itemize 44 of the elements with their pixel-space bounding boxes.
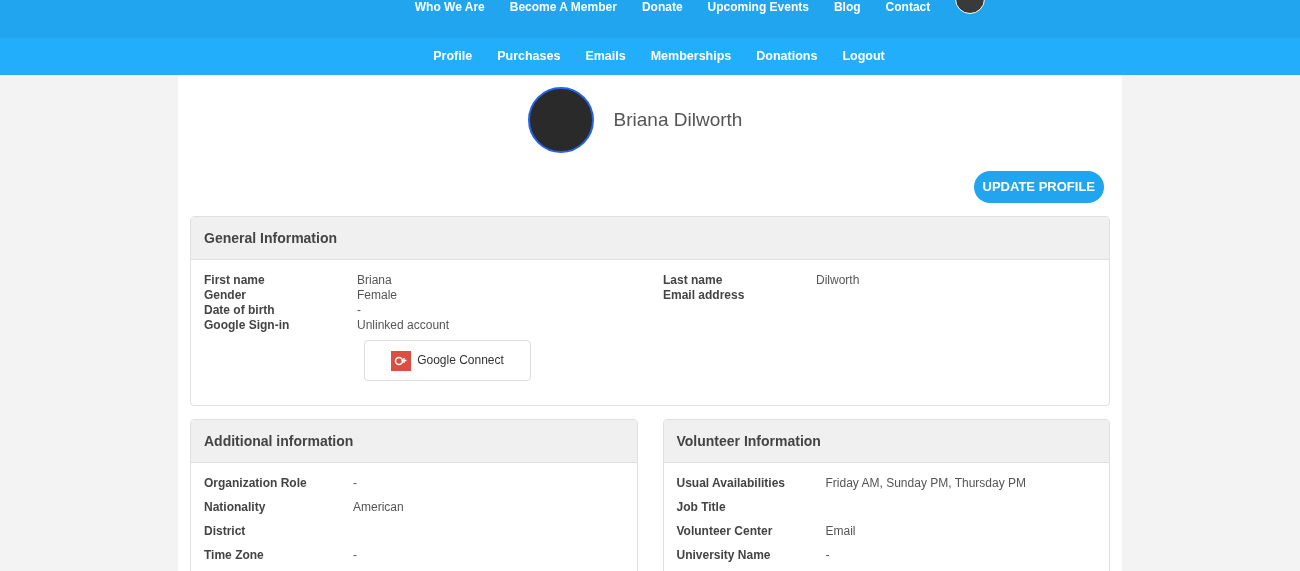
field-label: Organization Role xyxy=(204,475,308,491)
field-value: Female xyxy=(357,288,397,303)
nav-tab[interactable]: Profile xyxy=(433,47,473,66)
field-label: Job Title xyxy=(676,499,727,515)
update-profile-button[interactable]: UPDATE PROFILE xyxy=(973,171,1104,203)
field-label: First name xyxy=(204,273,266,288)
field-value: Dilworth xyxy=(816,273,860,288)
nav-tab[interactable]: Memberships xyxy=(650,47,732,66)
field-value: Unlinked account xyxy=(357,318,450,333)
field-label: District xyxy=(204,523,247,539)
field-value: Briana xyxy=(357,273,392,288)
profile-name: Briana Dilworth xyxy=(613,107,743,132)
nav-link[interactable]: Contact xyxy=(885,0,931,14)
nav-link[interactable]: Who We Are xyxy=(414,0,485,14)
nav-tab[interactable]: Logout xyxy=(842,47,885,66)
google-connect-button[interactable]: Google Connect xyxy=(364,340,531,381)
field-label: Time Zone xyxy=(204,547,265,563)
panel-title: Volunteer Information xyxy=(676,431,821,451)
panel-title: Additional information xyxy=(204,431,354,451)
field-label: Email address xyxy=(663,288,746,303)
nav-tab[interactable]: Purchases xyxy=(497,47,561,66)
nav-tab[interactable]: Emails xyxy=(585,47,626,66)
field-label: University Name xyxy=(676,547,772,563)
google-plus-icon xyxy=(391,350,412,371)
nav-link[interactable]: Upcoming Events xyxy=(707,0,809,14)
field-value: Email xyxy=(825,523,856,539)
field-value: - xyxy=(353,475,357,491)
field-label: Google Sign-in xyxy=(204,318,291,333)
nav-link[interactable]: Blog xyxy=(833,0,861,14)
field-label: Volunteer Center xyxy=(676,523,774,539)
field-value: - xyxy=(825,547,830,563)
nav-link[interactable]: Donate xyxy=(641,0,683,14)
nav-link[interactable]: Become A Member xyxy=(509,0,617,14)
field-label: Nationality xyxy=(204,499,267,515)
field-value: Friday AM, Sunday PM, Thursday PM xyxy=(825,475,1027,491)
field-value: - xyxy=(357,303,361,318)
field-label: Usual Availabilities xyxy=(676,475,786,491)
field-value: - xyxy=(353,547,357,563)
field-value: American xyxy=(353,499,404,515)
field-label: Last name xyxy=(663,273,724,288)
field-label: Date of birth xyxy=(204,303,276,318)
panel-title: General Information xyxy=(204,228,338,248)
nav-tab[interactable]: Donations xyxy=(756,47,818,66)
field-label: Gender xyxy=(204,288,247,303)
